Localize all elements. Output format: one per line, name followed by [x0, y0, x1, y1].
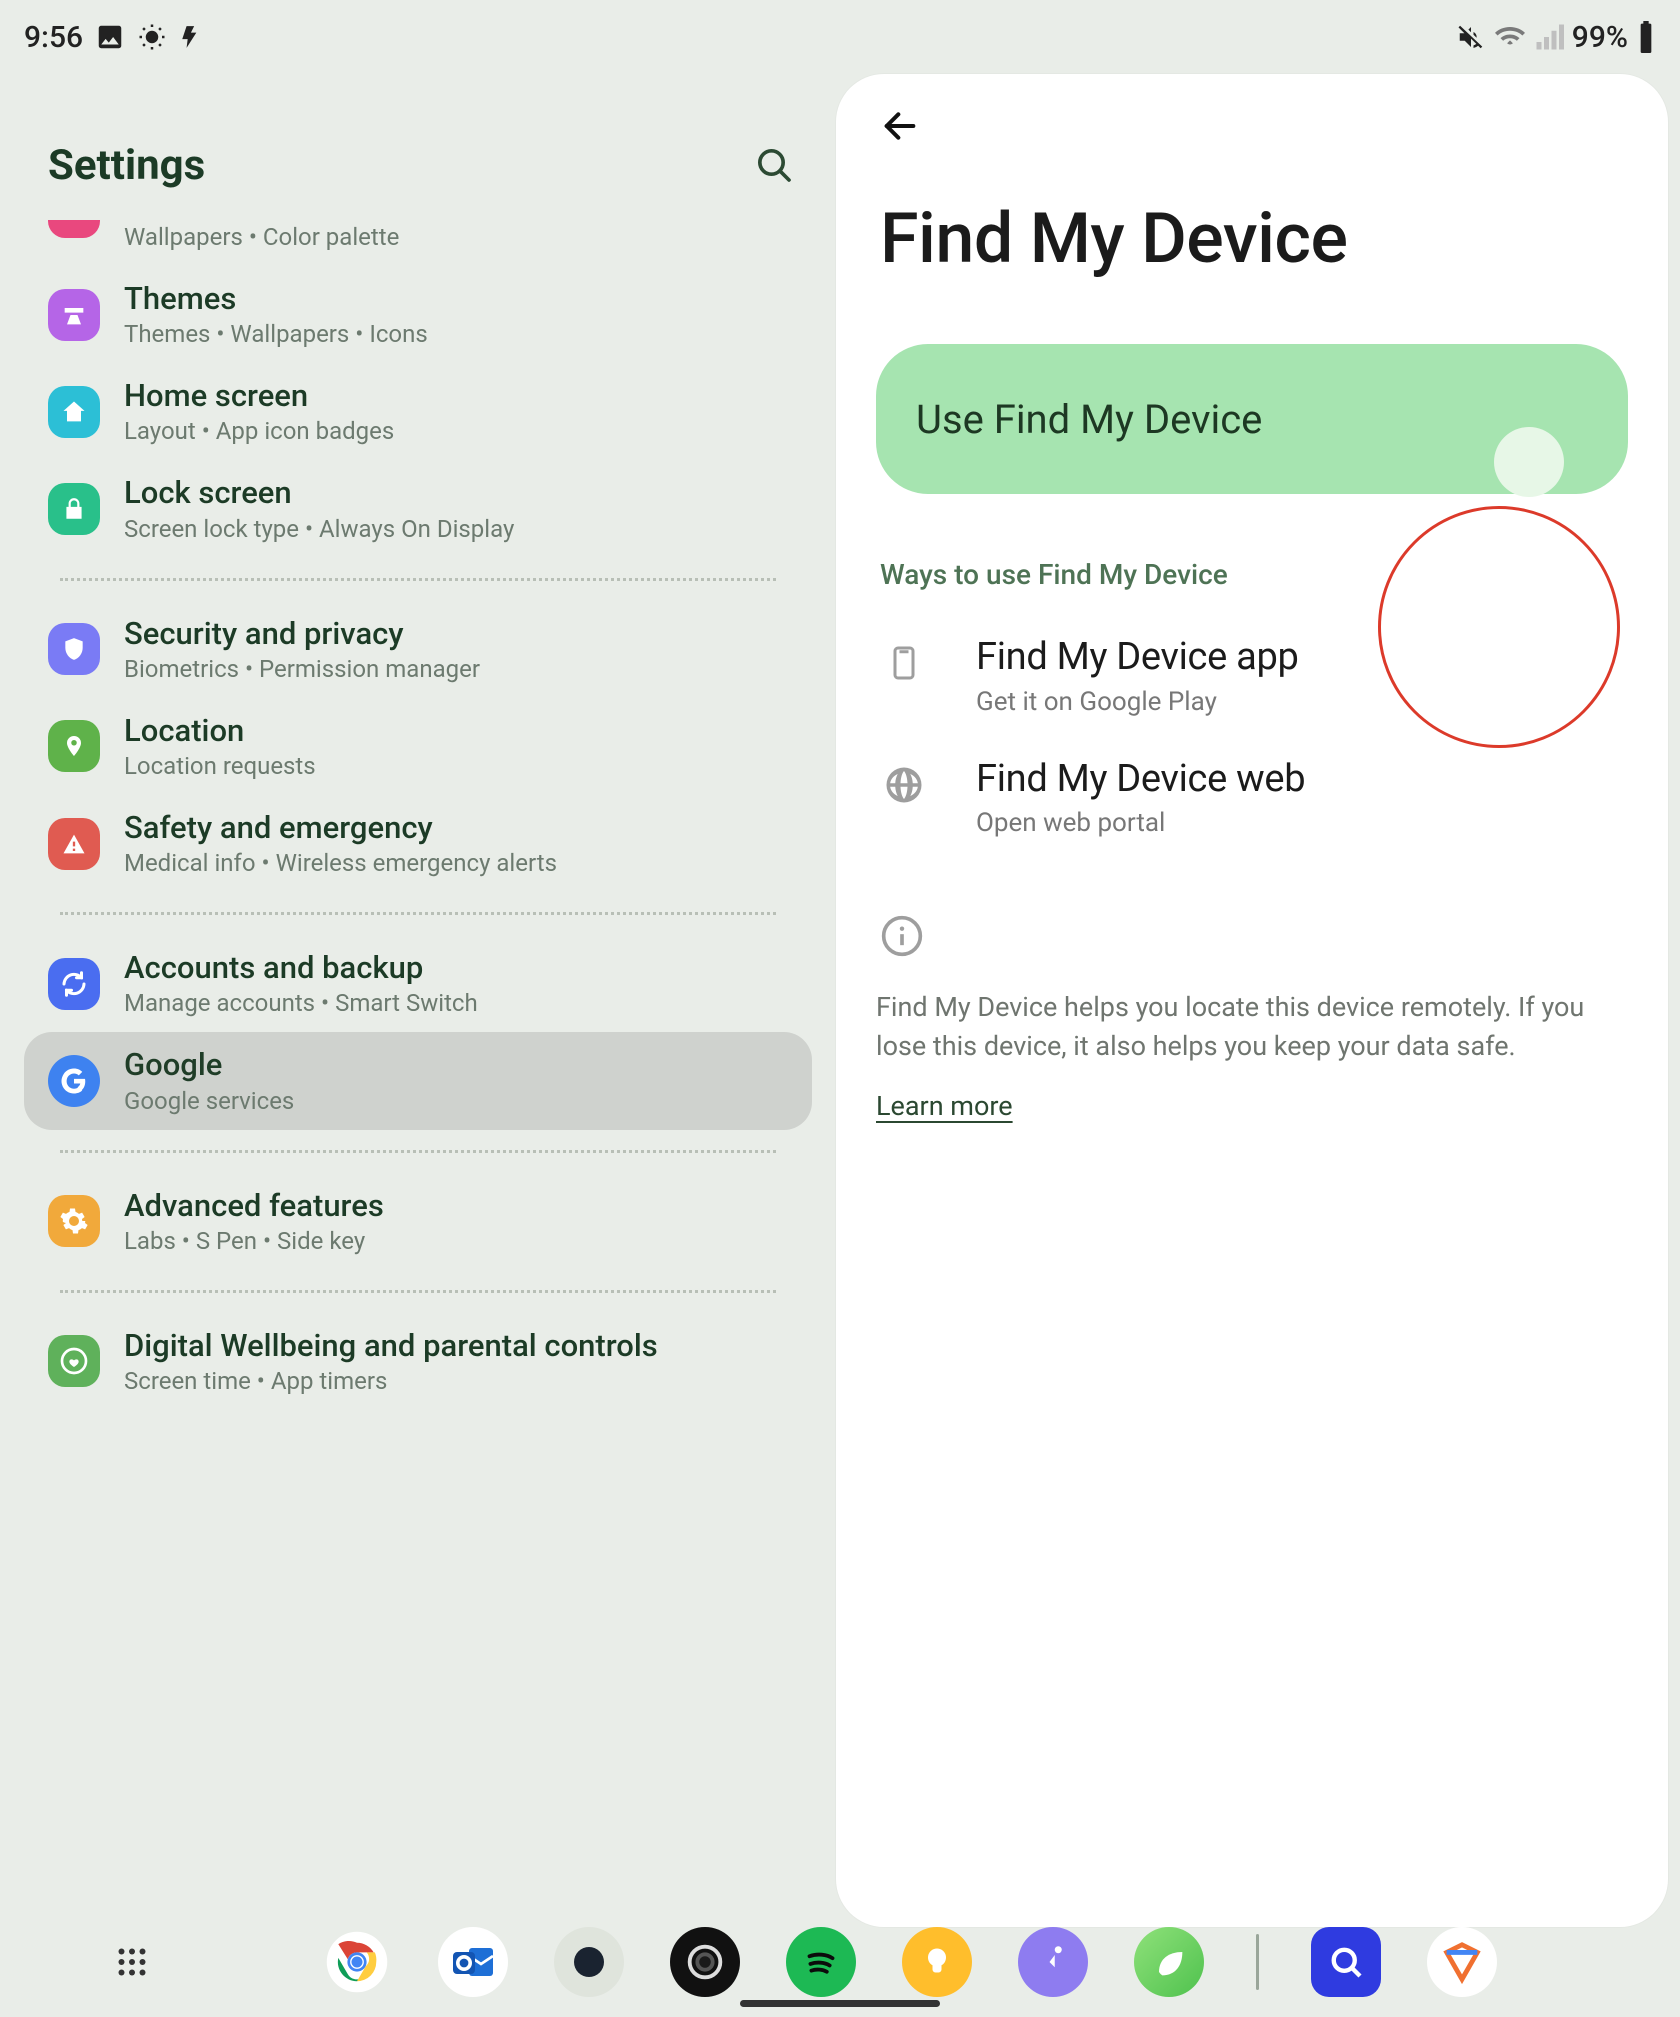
phone-icon: [880, 639, 928, 687]
sidebar-item-title: Lock screen: [124, 474, 514, 511]
spotify-icon: [798, 1939, 844, 1985]
theme-icon: [48, 289, 100, 341]
info-text: Find My Device helps you locate this dev…: [876, 988, 1596, 1066]
info-icon: [880, 914, 926, 960]
outlook-icon: [449, 1938, 497, 1986]
watch-icon: [682, 1939, 728, 1985]
sidebar-item-title: Google: [124, 1046, 294, 1083]
gesture-nav-handle[interactable]: [740, 2000, 940, 2007]
sidebar-item-sub: Location requests: [124, 751, 316, 781]
location-icon: [48, 720, 100, 772]
use-find-my-device-row[interactable]: Use Find My Device: [876, 344, 1628, 494]
option-sub: Get it on Google Play: [976, 687, 1299, 717]
app-quicklook[interactable]: [1311, 1927, 1381, 1997]
sidebar-item-safety-emergency[interactable]: Safety and emergency Medical info • Wire…: [24, 795, 812, 892]
settings-title: Settings: [48, 141, 205, 190]
shield-icon: [48, 623, 100, 675]
app-spotify[interactable]: [786, 1927, 856, 1997]
gear-icon: [48, 1195, 100, 1247]
sidebar-item-sub: Biometrics • Permission manager: [124, 654, 480, 684]
detail-panel: Find My Device Use Find My Device Ways t…: [836, 74, 1668, 1927]
app-shortcuts[interactable]: [1427, 1927, 1497, 1997]
option-title: Find My Device app: [976, 635, 1299, 681]
app-chrome[interactable]: [322, 1927, 392, 1997]
toggle-thumb: [1494, 427, 1564, 497]
sidebar-item-sub: Screen time • App timers: [124, 1366, 658, 1396]
sidebar-item-home-screen[interactable]: Home screen Layout • App icon badges: [24, 363, 812, 460]
option-fmd-web[interactable]: Find My Device web Open web portal: [876, 737, 1628, 859]
lock-icon: [48, 483, 100, 535]
app-samsung-health[interactable]: [1018, 1927, 1088, 1997]
sidebar-item-accounts-backup[interactable]: Accounts and backup Manage accounts • Sm…: [24, 935, 812, 1032]
sidebar-item-sub: Screen lock type • Always On Display: [124, 514, 514, 544]
option-title: Find My Device web: [976, 757, 1305, 803]
palette-icon: [48, 220, 100, 238]
sidebar-item-location[interactable]: Location Location requests: [24, 698, 812, 795]
wellbeing-icon: [48, 1335, 100, 1387]
app-outlook[interactable]: [438, 1927, 508, 1997]
sidebar-item-title: Advanced features: [124, 1187, 384, 1224]
sidebar-item-sub: Manage accounts • Smart Switch: [124, 988, 478, 1018]
moon-icon: [569, 1942, 609, 1982]
learn-more-link[interactable]: Learn more: [876, 1090, 1013, 1122]
detail-title: Find My Device: [880, 198, 1628, 280]
leaf-icon: [1149, 1942, 1189, 1982]
sync-icon: [48, 958, 100, 1010]
sidebar-item-title: Security and privacy: [124, 615, 480, 652]
app-drawer-button[interactable]: [108, 1938, 156, 1986]
sidebar-item-sub: Google services: [124, 1086, 294, 1116]
section-divider: [60, 1290, 776, 1293]
sidebar-item-sub: Labs • S Pen • Side key: [124, 1226, 384, 1256]
runner-icon: [1032, 1941, 1074, 1983]
sidebar-item-lock-screen[interactable]: Lock screen Screen lock type • Always On…: [24, 460, 812, 557]
sidebar-item-sub: Layout • App icon badges: [124, 416, 394, 446]
option-sub: Open web portal: [976, 808, 1305, 838]
settings-list: Wallpapers • Color palette Themes Themes…: [0, 220, 836, 1410]
settings-header: Settings: [0, 110, 836, 220]
home-icon: [48, 386, 100, 438]
magnify-doc-icon: [1325, 1941, 1367, 1983]
sidebar-item-google[interactable]: Google Google services: [24, 1032, 812, 1129]
warning-icon: [48, 818, 100, 870]
apps-grid-icon: [114, 1944, 150, 1980]
sidebar-item-title: Location: [124, 712, 316, 749]
sidebar-item-security-privacy[interactable]: Security and privacy Biometrics • Permis…: [24, 601, 812, 698]
section-divider: [60, 578, 776, 581]
diamond-icon: [1439, 1939, 1485, 1985]
bulb-icon: [919, 1941, 955, 1983]
app-moon[interactable]: [554, 1927, 624, 1997]
taskbar-divider: [1256, 1934, 1259, 1990]
app-android-green[interactable]: [1134, 1927, 1204, 1997]
sidebar-item-title: Digital Wellbeing and parental controls: [124, 1327, 658, 1364]
sidebar-item-title: Home screen: [124, 377, 394, 414]
google-icon: [48, 1055, 100, 1107]
app-galaxy-watch[interactable]: [670, 1927, 740, 1997]
section-divider: [60, 1150, 776, 1153]
globe-icon: [880, 761, 928, 809]
detail-panel-wrap: Find My Device Use Find My Device Ways t…: [836, 0, 1680, 2017]
sidebar-item-sub: Medical info • Wireless emergency alerts: [124, 848, 557, 878]
back-button[interactable]: [876, 102, 924, 150]
sidebar-item-sub: Themes • Wallpapers • Icons: [124, 319, 428, 349]
sidebar-item-title: Accounts and backup: [124, 949, 478, 986]
sidebar-item-advanced-features[interactable]: Advanced features Labs • S Pen • Side ke…: [24, 1173, 812, 1270]
sidebar-item-sub: Wallpapers • Color palette: [124, 222, 399, 252]
sidebar-item-title: Safety and emergency: [124, 809, 557, 846]
sidebar-item-wallpaper-style[interactable]: Wallpapers • Color palette: [24, 220, 812, 266]
option-fmd-app[interactable]: Find My Device app Get it on Google Play: [876, 615, 1628, 737]
search-button[interactable]: [750, 141, 798, 189]
section-divider: [60, 912, 776, 915]
sidebar-item-themes[interactable]: Themes Themes • Wallpapers • Icons: [24, 266, 812, 363]
ways-caption: Ways to use Find My Device: [880, 558, 1628, 591]
arrow-left-icon: [880, 106, 920, 146]
sidebar-item-title: Themes: [124, 280, 428, 317]
toggle-label: Use Find My Device: [916, 396, 1262, 443]
split-layout: Settings Wallpapers • Color palette: [0, 0, 1680, 2017]
search-icon: [754, 145, 794, 185]
sidebar-item-digital-wellbeing[interactable]: Digital Wellbeing and parental controls …: [24, 1313, 812, 1410]
settings-sidebar: Settings Wallpapers • Color palette: [0, 0, 836, 2017]
app-smartthings[interactable]: [902, 1927, 972, 1997]
chrome-icon: [324, 1929, 390, 1995]
